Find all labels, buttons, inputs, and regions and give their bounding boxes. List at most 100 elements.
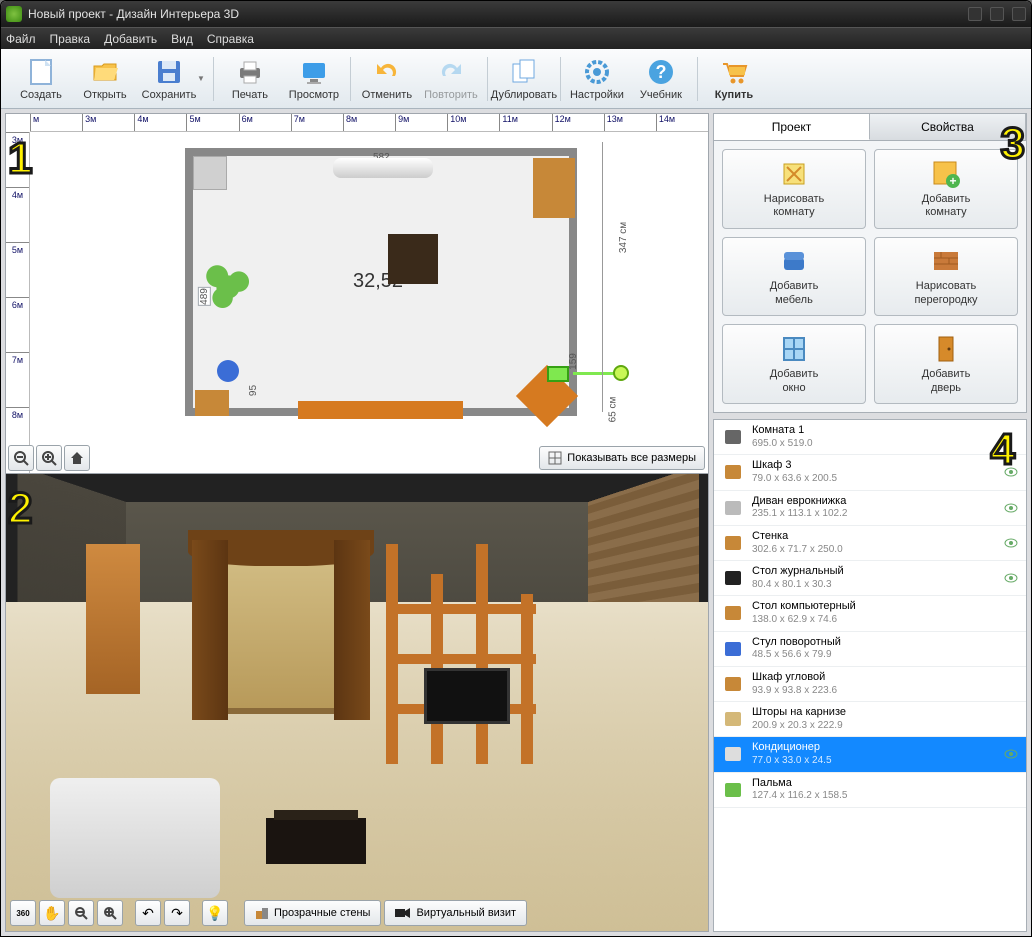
list-item[interactable]: Стенка302.6 x 71.7 x 250.0 bbox=[714, 526, 1026, 561]
duplicate-button[interactable]: Дублировать bbox=[492, 52, 556, 106]
buy-button[interactable]: Купить bbox=[702, 52, 766, 106]
menu-file[interactable]: Файл bbox=[6, 32, 36, 46]
room-outline[interactable]: 32,52 582 154 489 665 159 95 bbox=[185, 148, 577, 416]
menubar: Файл Правка Добавить Вид Справка bbox=[1, 27, 1031, 49]
add-window-button[interactable]: Добавитьокно bbox=[722, 324, 866, 404]
visibility-icon[interactable] bbox=[1004, 573, 1018, 583]
virtual-visit-button[interactable]: Виртуальный визит bbox=[384, 900, 527, 926]
dim-159: 159 bbox=[568, 353, 579, 370]
menu-help[interactable]: Справка bbox=[207, 32, 254, 46]
furn-table-icon[interactable] bbox=[388, 234, 438, 284]
create-button[interactable]: Создать bbox=[9, 52, 73, 106]
list-item[interactable]: Шкаф угловой93.9 x 93.8 x 223.6 bbox=[714, 667, 1026, 702]
zoom-out-button[interactable] bbox=[8, 445, 34, 471]
list-item[interactable]: Пальма127.4 x 116.2 x 158.5 bbox=[714, 773, 1026, 808]
list-item[interactable]: Кондиционер77.0 x 33.0 x 24.5 bbox=[714, 737, 1026, 772]
ruler-horizontal: м3м4м5м6м7м8м9м10м11м12м13м14м bbox=[30, 114, 708, 132]
list-item[interactable]: Диван еврокнижка235.1 x 113.1 x 102.2 bbox=[714, 491, 1026, 526]
object-list[interactable]: Комната 1695.0 x 519.0 Шкаф 379.0 x 63.6… bbox=[713, 419, 1027, 932]
dim-95: 95 bbox=[248, 385, 259, 396]
minimize-button[interactable] bbox=[968, 7, 982, 21]
open-button[interactable]: Открыть bbox=[73, 52, 137, 106]
pan-button[interactable]: ✋ bbox=[39, 900, 65, 926]
transparent-walls-button[interactable]: Прозрачные стены bbox=[244, 900, 381, 926]
object-dims: 77.0 x 33.0 x 24.5 bbox=[752, 755, 832, 768]
rotate-handle-icon[interactable] bbox=[613, 365, 629, 381]
list-item[interactable]: Комната 1695.0 x 519.0 bbox=[714, 420, 1026, 455]
object-dims: 79.0 x 63.6 x 200.5 bbox=[752, 473, 837, 486]
view3d-tv-icon bbox=[424, 668, 510, 724]
rotate-360-button[interactable]: 360 bbox=[10, 900, 36, 926]
list-item[interactable]: Стул поворотный48.5 x 56.6 x 79.9 bbox=[714, 632, 1026, 667]
dimensions-icon bbox=[548, 451, 562, 465]
close-button[interactable] bbox=[1012, 7, 1026, 21]
toolbar: Создать Открыть Сохранить ▼ Печать Просм… bbox=[1, 49, 1031, 109]
rotate-right-button[interactable]: ↷ bbox=[164, 900, 190, 926]
redo-button[interactable]: Повторить bbox=[419, 52, 483, 106]
menu-add[interactable]: Добавить bbox=[104, 32, 157, 46]
save-button[interactable]: Сохранить bbox=[137, 52, 201, 106]
titlebar: Новый проект - Дизайн Интерьера 3D bbox=[1, 1, 1031, 27]
furn-sofa-top-icon[interactable] bbox=[333, 158, 433, 178]
object-icon bbox=[720, 424, 746, 450]
visibility-icon[interactable] bbox=[1004, 538, 1018, 548]
v3-zoom-out-button[interactable] bbox=[68, 900, 94, 926]
app-icon bbox=[6, 6, 22, 22]
selected-object-marker[interactable] bbox=[547, 366, 569, 382]
object-name: Стенка bbox=[752, 530, 843, 544]
tab-project[interactable]: Проект bbox=[714, 114, 870, 140]
dim-65: 65 см bbox=[607, 397, 618, 423]
list-item[interactable]: Стол журнальный80.4 x 80.1 x 30.3 bbox=[714, 561, 1026, 596]
add-door-button[interactable]: Добавитьдверь bbox=[874, 324, 1018, 404]
object-icon bbox=[720, 741, 746, 767]
furn-cupboard-icon[interactable] bbox=[193, 156, 227, 190]
window-title: Новый проект - Дизайн Интерьера 3D bbox=[28, 7, 239, 21]
object-name: Шторы на карнизе bbox=[752, 706, 846, 720]
settings-button[interactable]: Настройки bbox=[565, 52, 629, 106]
zoom-in-button[interactable] bbox=[36, 445, 62, 471]
list-item[interactable]: Шкаф 379.0 x 63.6 x 200.5 bbox=[714, 455, 1026, 490]
show-dimensions-button[interactable]: Показывать все размеры bbox=[539, 446, 705, 470]
furn-desk-icon[interactable] bbox=[533, 158, 575, 218]
object-icon bbox=[720, 777, 746, 803]
menu-view[interactable]: Вид bbox=[171, 32, 193, 46]
tutorial-button[interactable]: ?Учебник bbox=[629, 52, 693, 106]
undo-button[interactable]: Отменить bbox=[355, 52, 419, 106]
tabs: Проект Свойства bbox=[713, 113, 1027, 141]
object-dims: 127.4 x 116.2 x 158.5 bbox=[752, 790, 847, 803]
draw-partition-button[interactable]: Нарисоватьперегородку bbox=[874, 237, 1018, 317]
rotate-left-button[interactable]: ↶ bbox=[135, 900, 161, 926]
save-dropdown[interactable]: ▼ bbox=[197, 74, 205, 83]
add-furniture-button[interactable]: Добавитьмебель bbox=[722, 237, 866, 317]
object-dims: 200.9 x 20.3 x 222.9 bbox=[752, 720, 846, 733]
walls-icon bbox=[255, 906, 269, 920]
view3d-cupboard-icon bbox=[86, 544, 140, 694]
object-icon bbox=[720, 530, 746, 556]
object-name: Кондиционер bbox=[752, 741, 832, 755]
object-name: Стул поворотный bbox=[752, 636, 841, 650]
print-button[interactable]: Печать bbox=[218, 52, 282, 106]
visibility-icon[interactable] bbox=[1004, 503, 1018, 513]
view3d-window-icon bbox=[196, 534, 366, 714]
visibility-icon[interactable] bbox=[1004, 749, 1018, 759]
draw-room-button[interactable]: Нарисоватькомнату bbox=[722, 149, 866, 229]
home-button[interactable] bbox=[64, 445, 90, 471]
list-item[interactable]: Стол компьютерный138.0 x 62.9 x 74.6 bbox=[714, 596, 1026, 631]
object-dims: 695.0 x 519.0 bbox=[752, 438, 813, 451]
furn-sofa-icon[interactable] bbox=[298, 401, 463, 419]
furn-plant-icon[interactable] bbox=[201, 260, 255, 314]
furn-desk2-icon[interactable] bbox=[195, 390, 229, 416]
v3-zoom-in-button[interactable] bbox=[97, 900, 123, 926]
light-button[interactable]: 💡 bbox=[202, 900, 228, 926]
preview-button[interactable]: Просмотр bbox=[282, 52, 346, 106]
floorplan-canvas[interactable]: 32,52 582 154 489 665 159 95 bbox=[30, 132, 708, 445]
object-name: Пальма bbox=[752, 777, 847, 791]
list-item[interactable]: Шторы на карнизе200.9 x 20.3 x 222.9 bbox=[714, 702, 1026, 737]
menu-edit[interactable]: Правка bbox=[50, 32, 91, 46]
view3d-area[interactable]: 360 ✋ ↶ ↷ 💡 Прозрачные стены bbox=[6, 474, 708, 931]
floorplan-area[interactable]: м3м4м5м6м7м8м9м10м11м12м13м14м 3м4м5м6м7… bbox=[6, 114, 708, 474]
furn-chair-icon[interactable] bbox=[217, 360, 239, 382]
maximize-button[interactable] bbox=[990, 7, 1004, 21]
annotation-2: 2 bbox=[8, 484, 32, 534]
add-room-button[interactable]: +Добавитькомнату bbox=[874, 149, 1018, 229]
